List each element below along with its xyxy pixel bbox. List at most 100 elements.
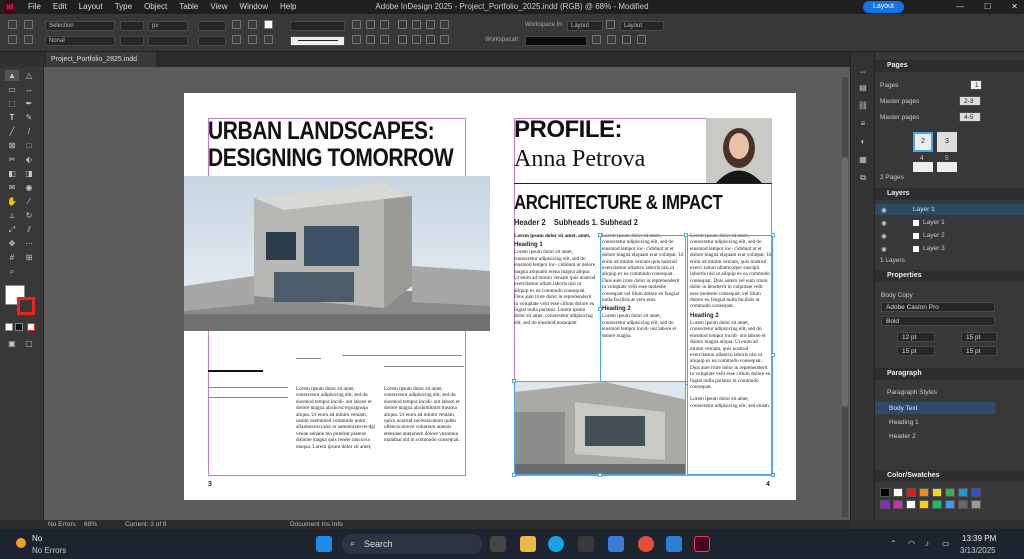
eye-icon[interactable]: ◉: [881, 232, 887, 240]
paragraph-style-name[interactable]: Heading 1: [889, 419, 919, 426]
frame-handle[interactable]: [771, 233, 775, 237]
eye-icon[interactable]: ◉: [881, 219, 887, 227]
free-transform-icon[interactable]: ⬖: [22, 154, 36, 165]
rotate-tool-icon[interactable]: ↻: [22, 210, 36, 221]
rectangle-tool-icon[interactable]: □: [22, 140, 36, 151]
image-handle[interactable]: [512, 379, 516, 383]
reference-point-icon[interactable]: [8, 20, 17, 29]
page-indicator[interactable]: Current: 3 of 8: [125, 521, 167, 528]
eye-icon[interactable]: ◉: [881, 245, 887, 253]
task-view-icon[interactable]: [490, 536, 506, 552]
paragraph-panel-header[interactable]: Paragraph: [875, 368, 1024, 380]
grid-icon[interactable]: [24, 20, 33, 29]
text-col-1[interactable]: Lorem ipsum dolor sit amet, amet, Headin…: [514, 233, 596, 326]
height-field[interactable]: [148, 36, 188, 46]
menu-file[interactable]: File: [22, 0, 47, 14]
minimize-icon[interactable]: —: [956, 0, 964, 14]
frame-handle[interactable]: [684, 233, 688, 237]
rotate-field[interactable]: [198, 36, 226, 46]
page-thumb-3[interactable]: 3: [937, 132, 957, 152]
stroke-swatch-icon[interactable]: [264, 35, 273, 44]
layer-row[interactable]: ◉ Layer 1: [875, 217, 1024, 228]
battery-icon[interactable]: ▭: [942, 539, 950, 548]
settings-icon[interactable]: [637, 35, 646, 44]
flip-v-icon[interactable]: [232, 35, 241, 44]
frame-grid-icon[interactable]: ⊞: [22, 252, 36, 263]
layout-dropdown[interactable]: Layout: [620, 21, 664, 31]
next-object-icon[interactable]: [412, 35, 421, 44]
body-text-col-2[interactable]: Lorem ipsum dolor sit amet, consectetur …: [384, 386, 466, 444]
content-collector-icon[interactable]: ⬚: [5, 98, 19, 109]
app-icon[interactable]: [666, 536, 682, 552]
zoom-tool-icon[interactable]: ⌕: [5, 266, 19, 277]
color-swatch[interactable]: [971, 500, 981, 509]
fill-frame-icon[interactable]: [380, 20, 389, 29]
drop-shadow-icon[interactable]: [426, 35, 435, 44]
effects-icon[interactable]: [440, 20, 449, 29]
default-colors-icon[interactable]: [5, 323, 13, 331]
stroke-weight-field[interactable]: [290, 21, 345, 31]
color-swatch[interactable]: [945, 500, 955, 509]
grid-tool-icon[interactable]: #: [5, 252, 19, 263]
rectangle-frame-icon[interactable]: ⊠: [5, 140, 19, 151]
sync-icon[interactable]: [607, 35, 616, 44]
layer-row[interactable]: ◉ Layer 3: [875, 243, 1024, 254]
menu-type[interactable]: Type: [109, 0, 138, 14]
right-page[interactable]: PROFILE: Anna Petrova ARCHITECTURE & IMP…: [490, 93, 796, 500]
quick-apply-icon[interactable]: [622, 35, 631, 44]
tools-icon[interactable]: [592, 35, 601, 44]
flip-h-icon[interactable]: [232, 20, 241, 29]
page-thumb-5[interactable]: [937, 162, 957, 172]
cc-libraries-icon[interactable]: ⧉: [856, 172, 870, 183]
eye-icon[interactable]: ◉: [881, 206, 887, 214]
color-swatch[interactable]: [945, 488, 955, 497]
menu-view[interactable]: View: [204, 0, 233, 14]
normal-mode-icon[interactable]: ▣: [5, 338, 19, 349]
hand-tool-icon[interactable]: ✋: [5, 196, 19, 207]
volume-icon[interactable]: ♪: [925, 539, 929, 548]
measure-icon[interactable]: ⟂: [5, 210, 19, 221]
subheads[interactable]: Header 2 Subheads 1. Subhead 2: [514, 217, 638, 227]
left-page[interactable]: URBAN LANDSCAPES: DESIGNING TOMORROW Lor…: [184, 93, 490, 500]
apply-none-icon[interactable]: [27, 323, 35, 331]
chevron-up-icon[interactable]: ⌃: [890, 539, 897, 548]
frame-handle[interactable]: [771, 353, 775, 357]
font-family-field[interactable]: Adobe Caslon Pro: [881, 302, 995, 312]
chrome-icon[interactable]: [638, 536, 654, 552]
color-swatch[interactable]: [893, 500, 903, 509]
preflight-status[interactable]: No Errors: [48, 521, 76, 528]
close-icon[interactable]: ✕: [1011, 0, 1018, 14]
leading-field[interactable]: 15 pt: [961, 332, 997, 342]
fill-swatch-icon[interactable]: [264, 20, 273, 29]
taskbar-search[interactable]: ⌕ Search: [342, 534, 482, 554]
kerning-field[interactable]: 15 pt: [961, 346, 997, 356]
page-thumb-2[interactable]: 2: [913, 132, 933, 152]
profile-name[interactable]: Anna Petrova: [514, 147, 645, 172]
color-swatch[interactable]: [971, 488, 981, 497]
menu-object[interactable]: Object: [138, 0, 173, 14]
frame-handle[interactable]: [771, 473, 775, 477]
menu-edit[interactable]: Edit: [47, 0, 73, 14]
paragraph-style-name[interactable]: Header 2: [889, 433, 916, 440]
vertical-scrollbar[interactable]: [842, 77, 848, 517]
scissors-icon[interactable]: ✂: [5, 154, 19, 165]
menu-window[interactable]: Window: [234, 0, 274, 14]
workspace-swap-icon[interactable]: [606, 20, 615, 29]
selection-field[interactable]: Selection: [45, 21, 115, 31]
wifi-icon[interactable]: ◠: [908, 539, 915, 548]
file-explorer-icon[interactable]: [520, 536, 536, 552]
menu-layout[interactable]: Layout: [73, 0, 109, 14]
indesign-app-icon[interactable]: Id: [4, 1, 16, 13]
section-title[interactable]: ARCHITECTURE & IMPACT: [514, 193, 723, 214]
width-field[interactable]: [198, 21, 226, 31]
paragraph-style-row-active[interactable]: Body Text: [875, 402, 995, 414]
text-frame-icon[interactable]: [352, 20, 361, 29]
y-field[interactable]: [120, 36, 144, 46]
gradient-swatch-icon[interactable]: ◧: [5, 168, 19, 179]
building-image[interactable]: [184, 176, 490, 331]
font-size-field[interactable]: 12 pt: [897, 332, 935, 342]
properties-panel-header[interactable]: Properties: [875, 270, 1024, 282]
indesign-taskbar-icon[interactable]: [694, 536, 710, 552]
gap-tool-icon[interactable]: ↔: [22, 84, 36, 95]
layer-row[interactable]: ◉ Layer 2: [875, 230, 1024, 241]
